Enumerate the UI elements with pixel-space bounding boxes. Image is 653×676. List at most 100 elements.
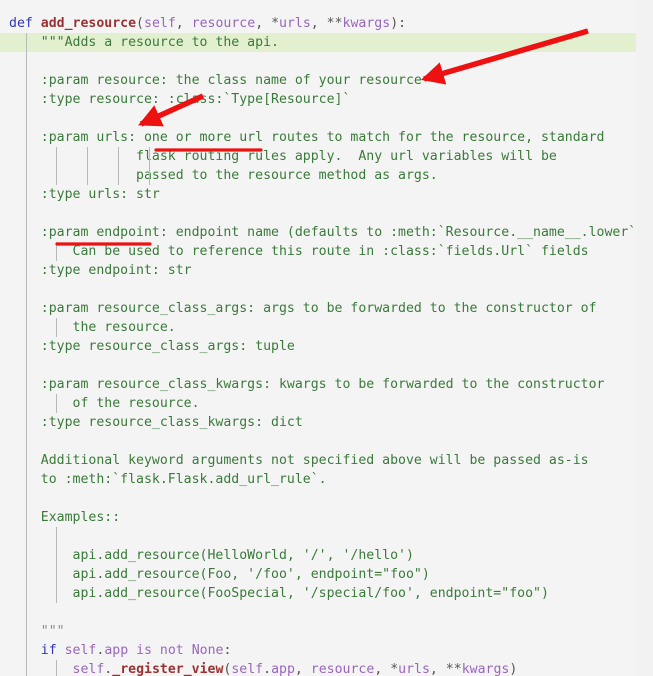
- indent-guide-line: [56, 527, 57, 603]
- code-line[interactable]: [0, 432, 653, 451]
- code-line[interactable]: passed to the resource method as args.: [0, 166, 653, 185]
- code-line[interactable]: [0, 356, 653, 375]
- scrollbar-gutter[interactable]: [636, 0, 653, 676]
- code-line-text: """Adds a resource to the api.: [0, 33, 279, 52]
- code-line[interactable]: [0, 280, 653, 299]
- code-token: add_resource: [40, 16, 137, 31]
- code-token: self: [231, 662, 264, 676]
- indent-guide-line: [149, 147, 150, 185]
- code-token: :type resource_class_kwargs: dict: [9, 415, 303, 430]
- indent-guide-line: [56, 318, 57, 337]
- code-line[interactable]: :param resource: the class name of your …: [0, 71, 653, 90]
- indent-guide-line: [87, 147, 88, 185]
- source-code-viewer[interactable]: def add_resource(self, resource, *urls, …: [0, 0, 653, 676]
- code-line[interactable]: :type resource_class_args: tuple: [0, 337, 653, 356]
- code-token: self: [64, 643, 97, 658]
- code-line[interactable]: :type resource: :class:`Type[Resource]`: [0, 90, 653, 109]
- code-token: the resource.: [9, 320, 176, 335]
- code-line-text: flask routing rules apply. Any url varia…: [0, 147, 557, 166]
- code-token: , **: [310, 16, 343, 31]
- code-line[interactable]: [0, 109, 653, 128]
- code-token: self: [72, 662, 105, 676]
- code-line[interactable]: [0, 527, 653, 546]
- code-token: _register_view: [112, 662, 224, 676]
- code-token: :type urls: str: [9, 187, 160, 202]
- code-token: ,: [175, 16, 192, 31]
- code-token: ,: [294, 662, 311, 676]
- code-line-text: Additional keyword arguments not specifi…: [0, 451, 589, 470]
- code-line[interactable]: :type urls: str: [0, 185, 653, 204]
- code-line[interactable]: if self.app is not None:: [0, 641, 653, 660]
- code-line-text: :param endpoint: endpoint name (defaults…: [0, 223, 636, 242]
- code-line-text: :type resource_class_kwargs: dict: [0, 413, 303, 432]
- code-line[interactable]: of the resource.: [0, 394, 653, 413]
- indent-guide-line: [56, 147, 57, 185]
- indent-guide-line: [56, 660, 57, 676]
- code-token: api.add_resource(FooSpecial, '/special/f…: [9, 586, 549, 601]
- code-token: resource: [191, 16, 256, 31]
- indent-guide-line: [118, 147, 119, 185]
- code-line[interactable]: :param endpoint: endpoint name (defaults…: [0, 223, 653, 242]
- code-token: resource: [310, 662, 375, 676]
- code-line-text: self._register_view(self.app, resource, …: [0, 660, 518, 676]
- code-lines-container[interactable]: def add_resource(self, resource, *urls, …: [0, 0, 653, 676]
- code-line[interactable]: :param resource_class_kwargs: kwargs to …: [0, 375, 653, 394]
- code-line-text: def add_resource(self, resource, *urls, …: [0, 14, 406, 33]
- code-token: :param resource_class_kwargs: kwargs to …: [9, 377, 605, 392]
- code-token: :type resource: :class:`Type[Resource]`: [9, 92, 351, 107]
- code-line[interactable]: [0, 603, 653, 622]
- code-line[interactable]: the resource.: [0, 318, 653, 337]
- code-token: api.add_resource(HelloWorld, '/', '/hell…: [9, 548, 414, 563]
- code-line[interactable]: Additional keyword arguments not specifi…: [0, 451, 653, 470]
- indent-guide-line: [56, 394, 57, 413]
- code-line[interactable]: Examples::: [0, 508, 653, 527]
- code-token: app: [271, 662, 295, 676]
- indent-guide-line: [26, 33, 27, 676]
- code-token: of the resource.: [9, 396, 200, 411]
- code-token: (: [136, 16, 144, 31]
- code-line-text: :type resource: :class:`Type[Resource]`: [0, 90, 351, 109]
- code-line[interactable]: api.add_resource(HelloWorld, '/', '/hell…: [0, 546, 653, 565]
- code-line[interactable]: flask routing rules apply. Any url varia…: [0, 147, 653, 166]
- code-token: self: [144, 16, 176, 31]
- code-token: """: [9, 624, 65, 639]
- code-line[interactable]: :param urls: one or more url routes to m…: [0, 128, 653, 147]
- code-line[interactable]: :param resource_class_args: args to be f…: [0, 299, 653, 318]
- code-line[interactable]: to :meth:`flask.Flask.add_url_rule`.: [0, 470, 653, 489]
- code-line[interactable]: def add_resource(self, resource, *urls, …: [0, 14, 653, 33]
- code-token: :param endpoint: endpoint name (defaults…: [9, 225, 637, 240]
- code-token: :param urls: one or more url routes to m…: [9, 130, 605, 145]
- code-line[interactable]: [0, 52, 653, 71]
- code-line[interactable]: """Adds a resource to the api.: [0, 33, 636, 52]
- code-line[interactable]: api.add_resource(Foo, '/foo', endpoint="…: [0, 565, 653, 584]
- code-token: urls: [398, 662, 430, 676]
- code-token: Can be used to reference this route in :…: [9, 244, 589, 259]
- code-line-text: Can be used to reference this route in :…: [0, 242, 589, 261]
- code-token: def: [9, 16, 41, 31]
- code-line[interactable]: [0, 204, 653, 223]
- code-token: flask routing rules apply. Any url varia…: [9, 149, 557, 164]
- code-token: :type resource_class_args: tuple: [9, 339, 295, 354]
- code-line[interactable]: api.add_resource(FooSpecial, '/special/f…: [0, 584, 653, 603]
- code-token: api.add_resource(Foo, '/foo', endpoint="…: [9, 567, 430, 582]
- code-token: passed to the resource method as args.: [9, 168, 438, 183]
- code-line[interactable]: :type endpoint: str: [0, 261, 653, 280]
- code-line[interactable]: """: [0, 622, 653, 641]
- code-line[interactable]: Can be used to reference this route in :…: [0, 242, 653, 261]
- code-line-text: :param resource: the class name of your …: [0, 71, 422, 90]
- code-line-text: Examples::: [0, 508, 120, 527]
- code-token: :type endpoint: str: [9, 263, 192, 278]
- code-line[interactable]: [0, 489, 653, 508]
- code-line[interactable]: self._register_view(self.app, resource, …: [0, 660, 653, 676]
- code-line-text: :param urls: one or more url routes to m…: [0, 128, 605, 147]
- code-token: """Adds a resource to the api.: [9, 35, 279, 50]
- code-token: .: [263, 662, 272, 676]
- code-line[interactable]: :type resource_class_kwargs: dict: [0, 413, 653, 432]
- code-line-text: passed to the resource method as args.: [0, 166, 438, 185]
- code-line-text: api.add_resource(Foo, '/foo', endpoint="…: [0, 565, 430, 584]
- code-line-text: :param resource_class_args: args to be f…: [0, 299, 597, 318]
